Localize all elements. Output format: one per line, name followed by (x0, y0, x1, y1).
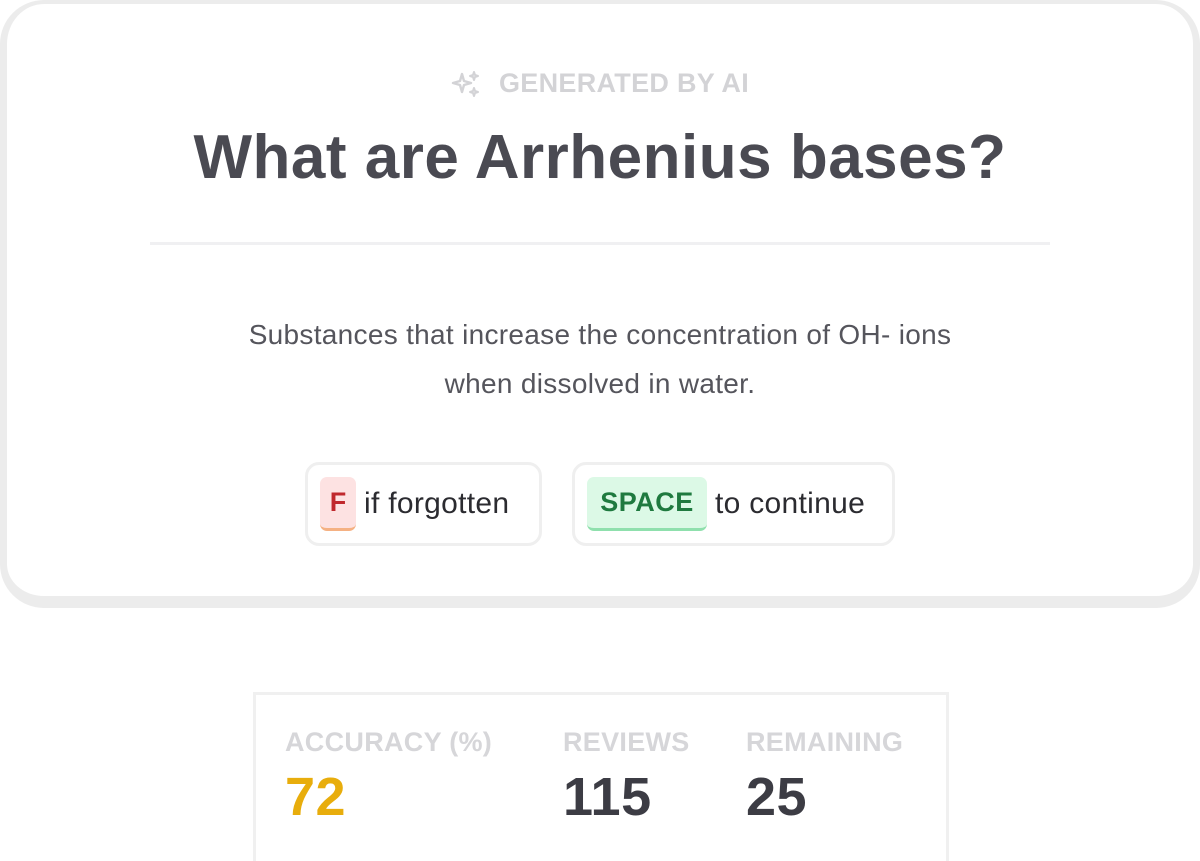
divider (150, 242, 1050, 245)
question-title: What are Arrhenius bases? (193, 123, 1007, 192)
continue-button[interactable]: SPACE to continue (572, 462, 895, 546)
forgotten-button[interactable]: F if forgotten (305, 462, 542, 546)
accuracy-stat: ACCURACY (%) 72 (285, 727, 492, 828)
flashcard: GENERATED BY AI What are Arrhenius bases… (0, 0, 1200, 608)
flashcard-page: GENERATED BY AI What are Arrhenius bases… (0, 0, 1200, 861)
ai-generated-tag: GENERATED BY AI (7, 68, 1193, 99)
sparkles-icon (451, 69, 481, 99)
remaining-value: 25 (746, 767, 808, 827)
reviews-value: 115 (563, 767, 652, 827)
space-key: SPACE (587, 477, 707, 531)
accuracy-label: ACCURACY (%) (285, 727, 493, 757)
reviews-stat: REVIEWS 115 (563, 727, 690, 828)
accuracy-value: 72 (285, 767, 347, 827)
answer-text: Substances that increase the concentrati… (248, 319, 952, 399)
remaining-label: REMAINING (746, 727, 904, 757)
remaining-stat: REMAINING 25 (746, 727, 903, 828)
continue-label: to continue (715, 487, 866, 520)
stats-panel: ACCURACY (%) 72 REVIEWS 115 REMAINING 25 (253, 692, 949, 861)
reviews-label: REVIEWS (563, 727, 690, 757)
f-key: F (320, 477, 356, 531)
ai-tag-label: GENERATED BY AI (498, 68, 750, 98)
forgotten-label: if forgotten (364, 487, 510, 520)
